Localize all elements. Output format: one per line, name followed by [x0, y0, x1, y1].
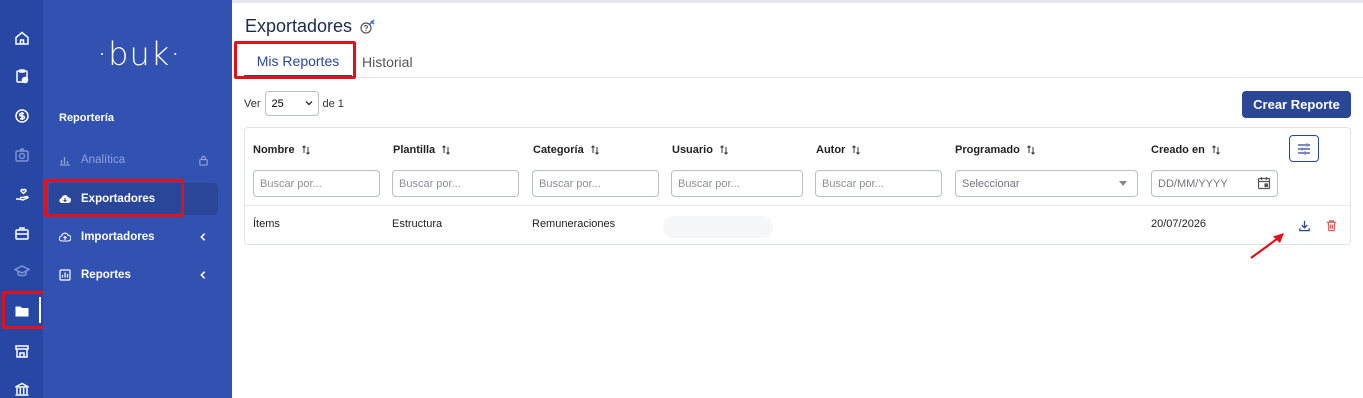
sort-icon: [1026, 145, 1035, 155]
column-header-label: Programado: [955, 144, 1020, 156]
column-header-autor[interactable]: Autor: [816, 144, 861, 156]
filter-nombre-input[interactable]: [253, 170, 380, 197]
cell-plantilla: Estructura: [392, 218, 443, 230]
page-size-select[interactable]: 25: [264, 91, 319, 116]
sort-icon: [720, 145, 728, 155]
cell-creado-en: 20/07/2026: [1151, 218, 1207, 230]
top-divider: [232, 0, 1363, 3]
chevron-left-icon: [197, 269, 209, 281]
sort-icon: [301, 145, 310, 155]
column-header-programado[interactable]: Programado: [955, 144, 1036, 156]
filter-programado-select[interactable]: Seleccionar: [955, 170, 1138, 197]
sidebar: ·buk· Reportería Analítica Exportadores …: [43, 0, 232, 398]
column-header-creado-en[interactable]: Creado en: [1151, 144, 1221, 156]
pager-of-label: de 1: [322, 97, 344, 110]
cell-nombre: Ítems: [253, 218, 280, 230]
app-window: ·buk· Reportería Analítica Exportadores …: [0, 0, 1363, 398]
sort-icon: [1211, 145, 1220, 155]
column-settings-button[interactable]: [1289, 135, 1319, 162]
sliders-icon: [1298, 143, 1310, 154]
dollar-circle-icon[interactable]: [0, 103, 43, 129]
cloud-download-icon: [59, 193, 71, 205]
pager-prefix: Ver: [244, 97, 261, 110]
hand-heart-icon[interactable]: [0, 181, 43, 207]
folder-icon[interactable]: [0, 298, 43, 324]
cloud-upload-icon: [59, 231, 71, 243]
filter-autor-input[interactable]: [815, 170, 942, 197]
sidebar-item-importadores[interactable]: Importadores: [49, 221, 217, 253]
column-header-label: Autor: [816, 144, 846, 156]
cell-usuario-redacted: [663, 216, 773, 238]
sidebar-item-label: Reportes: [81, 269, 131, 281]
cell-categoria: Remuneraciones: [532, 218, 616, 230]
filter-plantilla-input[interactable]: [392, 170, 519, 197]
date-placeholder: DD/MM/YYYY: [1158, 177, 1228, 190]
chevron-down-icon: [1119, 181, 1127, 186]
chevron-left-icon: [197, 231, 209, 243]
graduation-cap-icon[interactable]: [0, 258, 43, 284]
select-placeholder: Seleccionar: [962, 177, 1020, 190]
tab-mis-reportes[interactable]: Mis Reportes: [244, 46, 352, 77]
filter-categoria-input[interactable]: [532, 170, 659, 197]
sidebar-item-label: Exportadores: [81, 193, 156, 205]
annotation-arrow-icon: [1250, 233, 1284, 259]
page-title: Exportadores: [245, 16, 353, 36]
pagination: Ver 25 de 1: [244, 91, 344, 116]
clipboard-clock-icon[interactable]: [0, 63, 43, 89]
bank-icon[interactable]: [0, 376, 43, 398]
column-header-label: Creado en: [1151, 144, 1205, 156]
store-icon[interactable]: [0, 338, 43, 364]
buk-logo: ·buk·: [97, 35, 182, 73]
tab-bar: Mis Reportes Historial: [232, 46, 1363, 78]
lock-icon: [197, 154, 209, 166]
sidebar-item-reportes[interactable]: Reportes: [49, 259, 217, 291]
page-size-select-wrap: 25: [261, 91, 323, 116]
tab-historial[interactable]: Historial: [362, 46, 413, 77]
camera-icon[interactable]: [0, 142, 43, 168]
help-pin-icon[interactable]: [359, 18, 377, 36]
column-header-categoria[interactable]: Categoría: [533, 144, 600, 156]
row-divider: [245, 205, 1350, 206]
filter-creado-en-date[interactable]: DD/MM/YYYY: [1151, 170, 1278, 197]
sidebar-item-analitica[interactable]: Analítica: [49, 144, 217, 176]
filter-usuario-input[interactable]: [671, 170, 803, 197]
create-report-button[interactable]: Crear Reporte: [1242, 91, 1351, 118]
briefcase-icon[interactable]: [0, 220, 43, 246]
column-header-label: Categoría: [533, 144, 584, 156]
column-header-usuario[interactable]: Usuario: [672, 144, 729, 156]
sort-icon: [442, 145, 451, 155]
column-header-label: Nombre: [253, 144, 295, 156]
column-header-label: Usuario: [672, 144, 713, 156]
home-icon[interactable]: [0, 25, 43, 51]
sidebar-item-exportadores[interactable]: Exportadores: [49, 183, 218, 215]
icon-rail: [0, 0, 43, 398]
delete-icon[interactable]: [1324, 218, 1338, 232]
rail-active-indicator: [39, 297, 41, 323]
column-header-nombre[interactable]: Nombre: [253, 144, 311, 156]
calendar-icon: [1257, 177, 1271, 190]
download-icon[interactable]: [1297, 218, 1311, 232]
bar-chart-icon: [59, 154, 71, 166]
sort-icon: [590, 145, 599, 155]
reports-table: Nombre Plantilla Categoría Usuario Autor…: [244, 127, 1351, 245]
report-icon: [59, 269, 71, 281]
main-content: Exportadores Mis Reportes Historial Ver …: [232, 0, 1363, 398]
sort-icon: [852, 145, 861, 155]
sidebar-section-title: Reportería: [59, 112, 115, 124]
column-header-label: Plantilla: [393, 144, 436, 156]
sidebar-item-label: Importadores: [81, 231, 155, 243]
column-header-plantilla[interactable]: Plantilla: [393, 144, 451, 156]
sidebar-item-label: Analítica: [81, 154, 126, 166]
